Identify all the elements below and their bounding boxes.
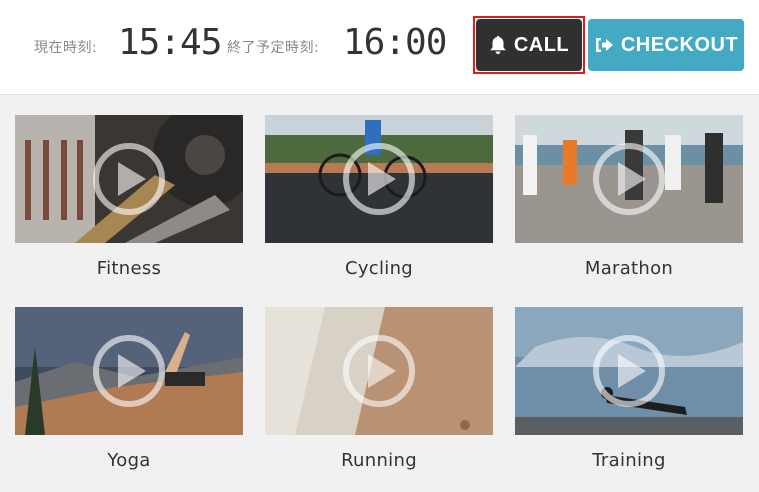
- video-thumbnail[interactable]: [15, 115, 243, 243]
- checkout-button[interactable]: CHECKOUT: [588, 19, 744, 71]
- call-button-label: CALL: [513, 33, 570, 56]
- video-thumbnail[interactable]: [15, 307, 243, 435]
- video-title[interactable]: Running: [265, 450, 493, 471]
- checkout-button-label: CHECKOUT: [620, 33, 739, 56]
- video-title[interactable]: Marathon: [515, 258, 743, 279]
- end-time-label: 終了予定時刻:: [227, 40, 320, 56]
- video-thumbnail[interactable]: [515, 115, 743, 243]
- video-thumbnail[interactable]: [265, 115, 493, 243]
- current-time-label: 現在時刻:: [34, 40, 98, 56]
- video-title[interactable]: Fitness: [15, 258, 243, 279]
- video-card-cycling[interactable]: Cycling: [265, 115, 493, 279]
- play-icon[interactable]: [93, 335, 165, 407]
- video-title[interactable]: Training: [515, 450, 743, 471]
- video-card-running[interactable]: Running: [265, 307, 493, 471]
- video-thumbnail[interactable]: [515, 307, 743, 435]
- play-icon[interactable]: [593, 143, 665, 215]
- play-icon[interactable]: [343, 335, 415, 407]
- video-title[interactable]: Yoga: [15, 450, 243, 471]
- bell-icon: [489, 35, 507, 55]
- sign-out-icon: [594, 36, 614, 54]
- top-bar: 現在時刻: 15:45 終了予定時刻: 16:00 CALL CHECKOUT: [0, 0, 759, 95]
- play-icon[interactable]: [93, 143, 165, 215]
- video-card-training[interactable]: Training: [515, 307, 743, 471]
- play-icon[interactable]: [343, 143, 415, 215]
- video-card-marathon[interactable]: Marathon: [515, 115, 743, 279]
- video-card-yoga[interactable]: Yoga: [15, 307, 243, 471]
- video-thumbnail[interactable]: [265, 307, 493, 435]
- current-time: 15:45: [118, 22, 222, 63]
- end-time: 16:00: [343, 22, 447, 63]
- play-icon[interactable]: [593, 335, 665, 407]
- video-card-fitness[interactable]: Fitness: [15, 115, 243, 279]
- call-button[interactable]: CALL: [476, 19, 582, 71]
- video-title[interactable]: Cycling: [265, 258, 493, 279]
